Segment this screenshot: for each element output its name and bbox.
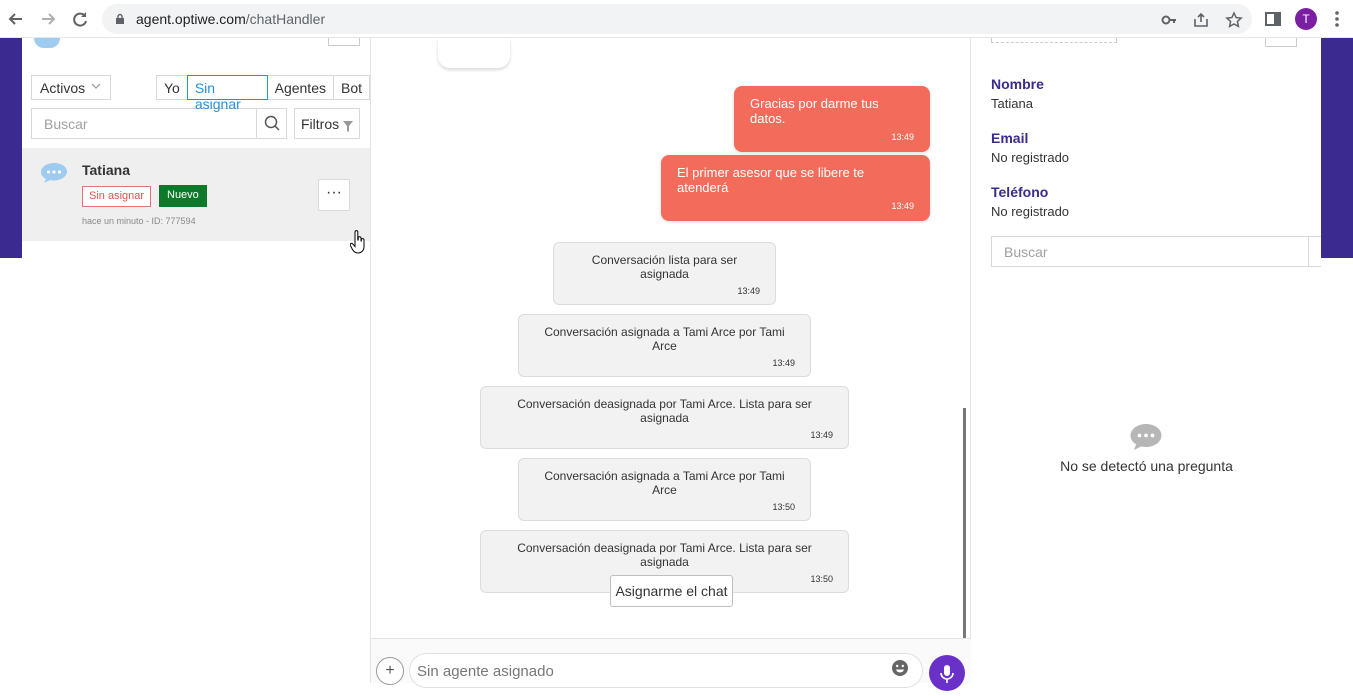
system-text: Conversación deasignada por Tami Arce. L…	[517, 397, 812, 425]
system-message: Conversación asignada a Tami Arce por Ta…	[518, 458, 811, 521]
share-icon[interactable]	[1192, 11, 1210, 29]
contact-panel-button[interactable]	[1265, 38, 1297, 47]
chat-panel: Gracias por darme tus datos. 13:49 El pr…	[371, 38, 971, 691]
reload-icon[interactable]	[69, 8, 91, 30]
status-filter-select[interactable]: Activos	[31, 75, 111, 100]
conversation-search-input[interactable]: Buscar	[31, 108, 287, 139]
conversation-sidebar: Activos Yo Sin asignar Agentes Bot Busca…	[22, 38, 371, 683]
contact-search-input[interactable]: Buscar	[991, 236, 1321, 267]
filters-label: Filtros	[301, 116, 340, 132]
email-value: No registrado	[991, 150, 1070, 165]
search-icon[interactable]	[256, 109, 286, 138]
filters-button[interactable]: Filtros	[294, 108, 360, 139]
system-time: 13:49	[810, 430, 833, 440]
name-value: Tatiana	[991, 96, 1033, 111]
kebab-icon[interactable]	[1330, 8, 1344, 30]
message-composer: + Sin agente asignado	[371, 638, 971, 691]
segment-bot[interactable]: Bot	[332, 75, 370, 100]
message-time: 13:49	[891, 201, 914, 211]
logo	[34, 38, 60, 48]
message-text: Gracias por darme tus datos.	[750, 96, 879, 126]
search-icon[interactable]	[1308, 236, 1321, 267]
more-icon[interactable]: ···	[318, 179, 350, 211]
system-text: Conversación lista para ser asignada	[591, 253, 738, 281]
tag-selector[interactable]	[991, 38, 1117, 43]
phone-value: No registrado	[991, 204, 1070, 219]
url-domain: agent.optiwe.com	[136, 11, 246, 27]
chat-scrollbar[interactable]	[963, 408, 966, 638]
message-time: 13:49	[891, 132, 914, 142]
sidepanel-icon[interactable]	[1262, 8, 1284, 30]
assignment-segmented-control: Yo Sin asignar Agentes Bot	[156, 75, 370, 112]
filter-icon	[343, 119, 353, 135]
new-badge: Nuevo	[159, 185, 207, 207]
background-band-right	[1321, 38, 1353, 258]
message-text: El primer asesor que se libere te atende…	[677, 165, 865, 195]
conversation-meta: hace un minuto - ID: 777594	[82, 216, 196, 226]
lock-icon	[114, 12, 126, 24]
background-band-left	[0, 38, 22, 258]
system-text: Conversación deasignada por Tami Arce. L…	[517, 541, 812, 569]
phone-label: Teléfono	[991, 184, 1049, 200]
url-text: agent.optiwe.com/chatHandler	[136, 11, 325, 27]
status-badge: Sin asignar	[82, 186, 152, 207]
search-placeholder: Buscar	[1004, 244, 1048, 260]
chat-bubble-icon	[40, 162, 68, 184]
mic-icon[interactable]	[929, 655, 965, 691]
key-icon[interactable]	[1160, 11, 1178, 29]
outgoing-message: Gracias por darme tus datos. 13:49	[734, 86, 930, 152]
system-text: Conversación asignada a Tami Arce por Ta…	[544, 325, 785, 353]
url-path: /chatHandler	[245, 11, 326, 27]
star-icon[interactable]	[1225, 11, 1243, 29]
name-label: Nombre	[991, 76, 1044, 92]
chevron-down-icon	[91, 79, 101, 96]
chat-bubble-icon	[1129, 423, 1163, 451]
assign-chat-button[interactable]: Asignarme el chat	[610, 575, 733, 607]
contact-panel: Nombre Tatiana Email No registrado Teléf…	[972, 38, 1321, 683]
app-panel: Activos Yo Sin asignar Agentes Bot Busca…	[22, 38, 1321, 691]
system-message: Conversación asignada a Tami Arce por Ta…	[518, 314, 811, 377]
system-time: 13:50	[772, 502, 795, 512]
forward-icon[interactable]	[37, 8, 59, 30]
system-time: 13:49	[737, 286, 760, 296]
incoming-message-fragment	[438, 38, 510, 68]
status-filter-value: Activos	[40, 80, 86, 96]
attach-button[interactable]: +	[376, 657, 404, 685]
system-time: 13:49	[772, 358, 795, 368]
back-icon[interactable]	[5, 8, 27, 30]
empty-state-text: No se detectó una pregunta	[1060, 458, 1233, 474]
system-message: Conversación deasignada por Tami Arce. L…	[480, 386, 849, 449]
outgoing-message: El primer asesor que se libere te atende…	[661, 155, 930, 221]
sidebar-top-button[interactable]	[328, 38, 360, 46]
hand-cursor-icon	[349, 230, 366, 259]
profile-avatar[interactable]: T	[1295, 8, 1317, 30]
email-label: Email	[991, 130, 1029, 146]
system-text: Conversación asignada a Tami Arce por Ta…	[544, 469, 785, 497]
system-message: Conversación lista para ser asignada 13:…	[553, 242, 776, 305]
segment-yo[interactable]: Yo	[156, 75, 188, 100]
emoji-icon[interactable]	[891, 659, 909, 677]
address-bar[interactable]: agent.optiwe.com/chatHandler	[102, 4, 1252, 34]
search-placeholder: Buscar	[44, 116, 88, 132]
conversation-list-item[interactable]: Tatiana Sin asignar Nuevo hace un minuto…	[22, 148, 370, 241]
conversation-contact-name: Tatiana	[82, 162, 130, 178]
segment-sin-asignar[interactable]: Sin asignar	[186, 75, 268, 112]
browser-toolbar: agent.optiwe.com/chatHandler T	[0, 0, 1353, 38]
composer-placeholder: Sin agente asignado	[417, 663, 554, 680]
segment-agentes[interactable]: Agentes	[266, 75, 334, 100]
